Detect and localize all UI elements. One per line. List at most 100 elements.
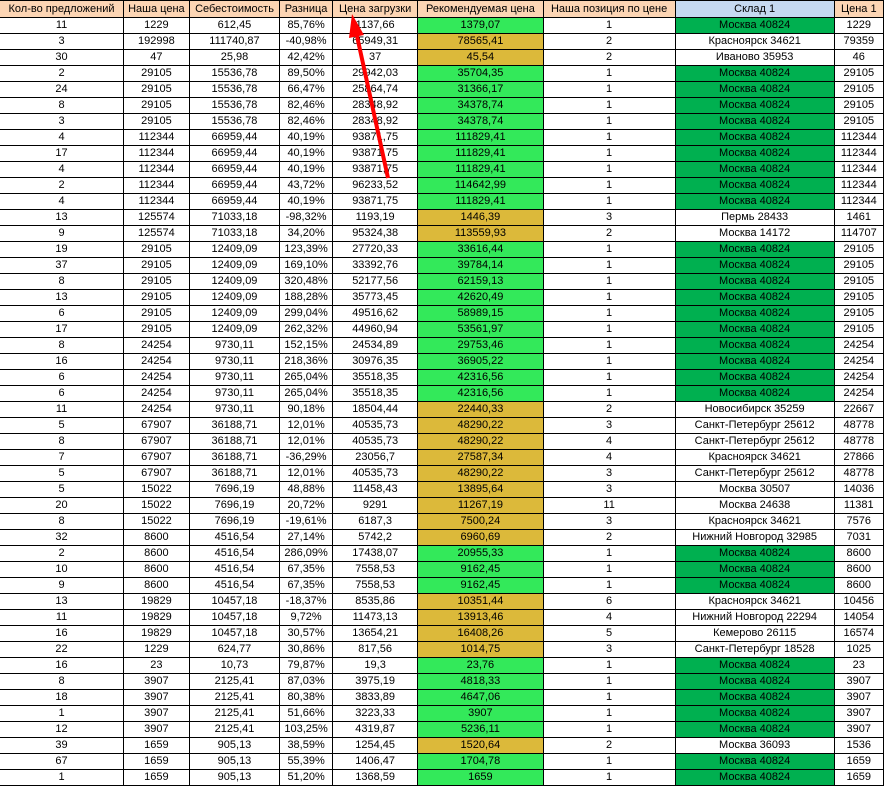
cell-warehouse-1[interactable]: Санкт-Петербург 25612 — [674, 433, 835, 450]
cell-our-position[interactable]: 1 — [542, 257, 676, 274]
cell-warehouse-1[interactable]: Москва 40824 — [674, 97, 835, 114]
cell-price-1[interactable]: 48778 — [833, 433, 885, 450]
cell-our-position[interactable]: 1 — [542, 81, 676, 98]
cell-warehouse-1[interactable]: Москва 40824 — [674, 161, 835, 178]
cell-our-position[interactable]: 1 — [542, 17, 676, 34]
cell-difference[interactable]: 82,46% — [279, 97, 333, 114]
cell-upload-price[interactable]: 817,56 — [331, 641, 419, 658]
cell-price-1[interactable]: 79359 — [833, 33, 885, 50]
cell-our-position[interactable]: 1 — [542, 321, 676, 338]
cell-our-position[interactable]: 1 — [542, 657, 676, 674]
cell-our-price[interactable]: 29105 — [123, 257, 190, 274]
cell-upload-price[interactable]: 96233,52 — [331, 177, 419, 194]
cell-upload-price[interactable]: 44960,94 — [331, 321, 419, 338]
cell-recommended-price[interactable]: 13913,46 — [417, 609, 544, 626]
cell-upload-price[interactable]: 5742,2 — [331, 529, 419, 546]
cell-cost[interactable]: 111740,87 — [188, 33, 281, 50]
cell-warehouse-1[interactable]: Санкт-Петербург 25612 — [674, 465, 835, 482]
cell-offers-count[interactable]: 13 — [0, 593, 125, 610]
cell-offers-count[interactable]: 2 — [0, 177, 125, 194]
cell-upload-price[interactable]: 1368,59 — [331, 769, 419, 786]
cell-cost[interactable]: 15536,78 — [188, 65, 281, 82]
cell-our-price[interactable]: 19829 — [123, 625, 190, 642]
cell-price-1[interactable]: 1229 — [833, 17, 885, 34]
cell-offers-count[interactable]: 3 — [0, 33, 125, 50]
cell-upload-price[interactable]: 35518,35 — [331, 369, 419, 386]
cell-difference[interactable]: 40,19% — [279, 129, 333, 146]
cell-our-position[interactable]: 1 — [542, 305, 676, 322]
cell-cost[interactable]: 4516,54 — [188, 545, 281, 562]
cell-recommended-price[interactable]: 7500,24 — [417, 513, 544, 530]
cell-offers-count[interactable]: 32 — [0, 529, 125, 546]
cell-price-1[interactable]: 1461 — [833, 209, 885, 226]
cell-cost[interactable]: 15536,78 — [188, 113, 281, 130]
cell-warehouse-1[interactable]: Москва 40824 — [674, 385, 835, 402]
cell-cost[interactable]: 15536,78 — [188, 81, 281, 98]
cell-warehouse-1[interactable]: Москва 40824 — [674, 545, 835, 562]
cell-difference[interactable]: 218,36% — [279, 353, 333, 370]
cell-recommended-price[interactable]: 6960,69 — [417, 529, 544, 546]
cell-recommended-price[interactable]: 48290,22 — [417, 433, 544, 450]
cell-recommended-price[interactable]: 1659 — [417, 769, 544, 786]
cell-offers-count[interactable]: 17 — [0, 321, 125, 338]
cell-difference[interactable]: 51,66% — [279, 705, 333, 722]
cell-recommended-price[interactable]: 111829,41 — [417, 161, 544, 178]
cell-difference[interactable]: 299,04% — [279, 305, 333, 322]
cell-upload-price[interactable]: 28348,92 — [331, 97, 419, 114]
cell-warehouse-1[interactable]: Москва 40824 — [674, 177, 835, 194]
cell-cost[interactable]: 12409,09 — [188, 305, 281, 322]
cell-warehouse-1[interactable]: Москва 40824 — [674, 673, 835, 690]
cell-price-1[interactable]: 29105 — [833, 65, 885, 82]
cell-our-price[interactable]: 8600 — [123, 561, 190, 578]
cell-upload-price[interactable]: 17438,07 — [331, 545, 419, 562]
cell-warehouse-1[interactable]: Новосибирск 35259 — [674, 401, 835, 418]
cell-our-price[interactable]: 15022 — [123, 497, 190, 514]
cell-offers-count[interactable]: 9 — [0, 577, 125, 594]
cell-upload-price[interactable]: 24534,89 — [331, 337, 419, 354]
cell-warehouse-1[interactable]: Москва 14172 — [674, 225, 835, 242]
cell-recommended-price[interactable]: 42620,49 — [417, 289, 544, 306]
cell-offers-count[interactable]: 6 — [0, 385, 125, 402]
cell-cost[interactable]: 36188,71 — [188, 417, 281, 434]
cell-difference[interactable]: 320,48% — [279, 273, 333, 290]
cell-our-price[interactable]: 47 — [123, 49, 190, 66]
cell-our-price[interactable]: 112344 — [123, 129, 190, 146]
cell-recommended-price[interactable]: 114642,99 — [417, 177, 544, 194]
cell-difference[interactable]: 9,72% — [279, 609, 333, 626]
cell-recommended-price[interactable]: 31366,17 — [417, 81, 544, 98]
cell-our-position[interactable]: 6 — [542, 593, 676, 610]
cell-warehouse-1[interactable]: Москва 24638 — [674, 497, 835, 514]
cell-offers-count[interactable]: 8 — [0, 673, 125, 690]
cell-cost[interactable]: 12409,09 — [188, 321, 281, 338]
cell-offers-count[interactable]: 24 — [0, 81, 125, 98]
cell-offers-count[interactable]: 18 — [0, 689, 125, 706]
cell-cost[interactable]: 624,77 — [188, 641, 281, 658]
cell-our-position[interactable]: 1 — [542, 113, 676, 130]
cell-warehouse-1[interactable]: Москва 36093 — [674, 737, 835, 754]
cell-cost[interactable]: 12409,09 — [188, 257, 281, 274]
cell-our-position[interactable]: 3 — [542, 641, 676, 658]
cell-our-position[interactable]: 2 — [542, 529, 676, 546]
cell-cost[interactable]: 905,13 — [188, 769, 281, 786]
cell-offers-count[interactable]: 5 — [0, 465, 125, 482]
cell-difference[interactable]: 152,15% — [279, 337, 333, 354]
cell-upload-price[interactable]: 93871,75 — [331, 161, 419, 178]
cell-cost[interactable]: 12409,09 — [188, 273, 281, 290]
cell-warehouse-1[interactable]: Санкт-Петербург 25612 — [674, 417, 835, 434]
cell-our-price[interactable]: 1659 — [123, 753, 190, 770]
cell-warehouse-1[interactable]: Москва 40824 — [674, 577, 835, 594]
cell-upload-price[interactable]: 4319,87 — [331, 721, 419, 738]
cell-difference[interactable]: 265,04% — [279, 369, 333, 386]
cell-price-1[interactable]: 3907 — [833, 689, 885, 706]
cell-warehouse-1[interactable]: Пермь 28433 — [674, 209, 835, 226]
cell-our-price[interactable]: 8600 — [123, 529, 190, 546]
cell-offers-count[interactable]: 3 — [0, 113, 125, 130]
cell-offers-count[interactable]: 6 — [0, 305, 125, 322]
cell-recommended-price[interactable]: 78565,41 — [417, 33, 544, 50]
cell-difference[interactable]: 123,39% — [279, 241, 333, 258]
cell-recommended-price[interactable]: 1704,78 — [417, 753, 544, 770]
cell-difference[interactable]: 27,14% — [279, 529, 333, 546]
cell-recommended-price[interactable]: 33616,44 — [417, 241, 544, 258]
cell-difference[interactable]: 38,59% — [279, 737, 333, 754]
cell-offers-count[interactable]: 12 — [0, 721, 125, 738]
